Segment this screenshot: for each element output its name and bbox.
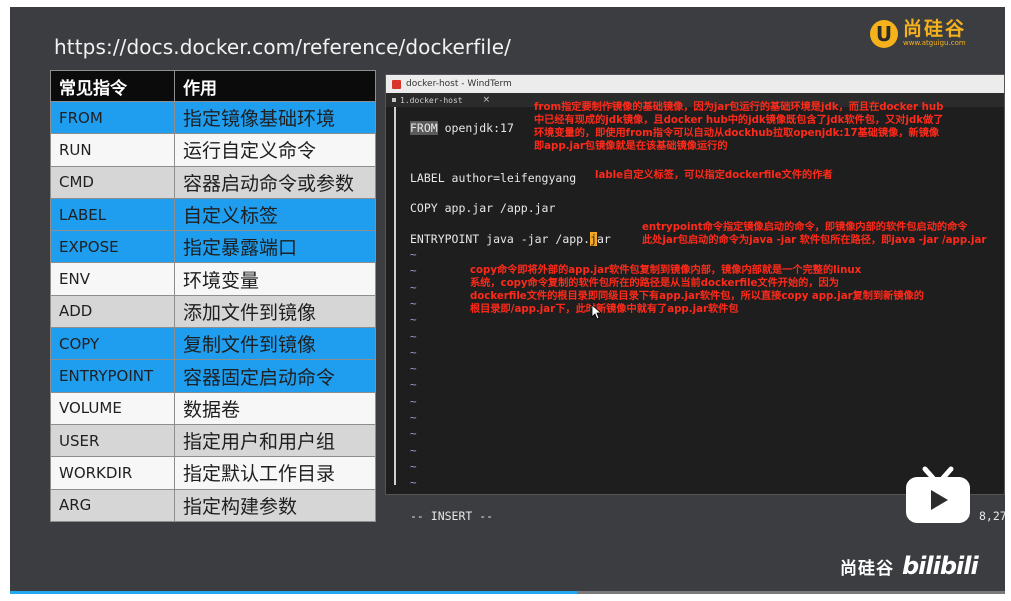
empty-line-tilde: ~	[410, 362, 417, 376]
instruction-name: USER	[50, 423, 175, 458]
code-line-label: LABEL author=leifengyang	[410, 171, 577, 185]
terminal-titlebar: docker-host - WindTerm	[386, 75, 1004, 93]
dockerfile-instructions-table: 常见指令 作用 FROM 指定镜像基础环境 RUN 运行自定义命令 CMD 容器启动命令或…	[50, 70, 376, 522]
instruction-purpose: 环境变量	[174, 262, 376, 296]
tab-close-icon[interactable]: ×	[483, 95, 491, 105]
empty-line-tilde: ~	[410, 248, 417, 261]
instruction-name: WORKDIR	[50, 456, 175, 490]
instruction-name: ADD	[50, 294, 175, 329]
instruction-name: COPY	[50, 327, 175, 361]
empty-line-tilde: ~	[410, 443, 417, 457]
header-instruction: 常见指令	[50, 70, 175, 102]
empty-line-tilde: ~	[410, 394, 417, 408]
code-line-from: FROM openjdk:17	[410, 121, 514, 135]
from-keyword: FROM	[410, 121, 438, 135]
instruction-name: ARG	[50, 488, 175, 522]
annotation-label: lable自定义标签，可以指定dockerfile文件的作者	[595, 170, 833, 181]
table-row: VOLUME 数据卷	[50, 391, 376, 425]
annotation-copy: copy命令即将外部的app.jar软件包复制到镜像内部，镜像内部就是一个完整的…	[470, 265, 924, 315]
table-row: LABEL 自定义标签	[50, 197, 376, 232]
brand-name: 尚硅谷	[903, 18, 967, 40]
table-row: USER 指定用户和用户组	[50, 423, 376, 458]
instruction-name: ENV	[50, 262, 175, 296]
instruction-purpose: 添加文件到镜像	[174, 294, 376, 329]
empty-line-tilde: ~	[410, 411, 417, 424]
table-row: CMD 容器启动命令或参数	[50, 165, 376, 199]
table-row: FROM 指定镜像基础环境	[50, 100, 376, 135]
instruction-name: EXPOSE	[50, 230, 175, 264]
footer-watermark: 尚硅谷 bilibili	[840, 552, 979, 580]
text-cursor: j	[590, 232, 597, 246]
bilibili-logo: bilibili	[902, 552, 979, 580]
terminal-window-title: docker-host - WindTerm	[406, 79, 512, 89]
tab-docker-host[interactable]: 1.docker-host	[400, 96, 463, 105]
instruction-purpose: 指定默认工作目录	[174, 456, 376, 490]
empty-line-tilde: ~	[410, 296, 417, 310]
table-row: ENTRYPOINT 容器固定启动命令	[50, 359, 376, 393]
instruction-purpose: 自定义标签	[174, 197, 376, 232]
instruction-purpose: 指定镜像基础环境	[174, 100, 376, 135]
instruction-purpose: 指定用户和用户组	[174, 423, 376, 458]
bilibili-tv-icon[interactable]	[903, 465, 973, 527]
windterm-app-icon	[392, 79, 401, 89]
video-progress-fill	[10, 591, 578, 594]
code-line-copy: COPY app.jar /app.jar	[410, 201, 556, 215]
terminal-editor[interactable]: FROM openjdk:17 LABEL author=leifengyang…	[394, 102, 1005, 523]
header-purpose: 作用	[174, 70, 376, 102]
instruction-purpose: 复制文件到镜像	[174, 327, 376, 361]
table-row: ARG 指定构建参数	[50, 488, 376, 522]
empty-line-tilde: ~	[410, 264, 417, 278]
empty-line-tilde: ~	[410, 476, 417, 490]
windterm-window: docker-host - WindTerm 1.docker-host × F…	[385, 74, 1005, 523]
empty-line-tilde: ~	[410, 280, 417, 294]
empty-line-tilde: ~	[410, 329, 417, 343]
video-progress-bar[interactable]	[10, 591, 1005, 594]
table-row: ADD 添加文件到镜像	[50, 294, 376, 329]
table-header-row: 常见指令 作用	[50, 70, 376, 102]
table-row: RUN 运行自定义命令	[50, 133, 376, 167]
instruction-name: CMD	[50, 165, 175, 199]
table-row: EXPOSE 指定暴露端口	[50, 230, 376, 264]
table-row: ENV 环境变量	[50, 262, 376, 296]
brand-url: www.atguigu.com	[903, 39, 966, 47]
instruction-purpose: 数据卷	[174, 391, 376, 425]
editor-gutter	[394, 107, 396, 485]
instruction-name: VOLUME	[50, 391, 175, 425]
mouse-pointer-icon	[591, 304, 601, 320]
atguigu-logo: U 尚硅谷 www.atguigu.com	[870, 19, 966, 48]
vim-mode-indicator: -- INSERT --	[410, 509, 494, 523]
instruction-name: LABEL	[50, 197, 175, 232]
instruction-purpose: 容器启动命令或参数	[174, 165, 376, 199]
tab-indicator-icon	[392, 98, 396, 102]
docs-url-text: https://docs.docker.com/reference/docker…	[54, 35, 511, 59]
table-row: COPY 复制文件到镜像	[50, 327, 376, 361]
empty-line-tilde: ~	[410, 345, 417, 359]
instruction-name: ENTRYPOINT	[50, 359, 175, 393]
annotation-from: from指定要制作镜像的基础镜像，因为jar包运行的基础环境是jdk，而且在do…	[534, 102, 944, 152]
empty-line-tilde: ~	[410, 313, 417, 327]
footer-brand-cn: 尚硅谷	[840, 558, 894, 579]
table-row: WORKDIR 指定默认工作目录	[50, 456, 376, 490]
empty-line-tilde: ~	[410, 459, 417, 473]
video-frame: https://docs.docker.com/reference/docker…	[10, 7, 1005, 594]
cursor-position: 8,27	[979, 509, 1005, 523]
instruction-name: RUN	[50, 133, 175, 167]
instruction-purpose: 指定构建参数	[174, 488, 376, 522]
instruction-purpose: 指定暴露端口	[174, 230, 376, 264]
code-line-entrypoint: ENTRYPOINT java -jar /app.jar	[410, 232, 611, 246]
logo-u-icon: U	[870, 19, 898, 48]
instruction-purpose: 容器固定启动命令	[174, 359, 376, 393]
annotation-entrypoint: entrypoint命令指定镜像启动的命令，即镜像内部的软件包启动的命令 此处j…	[642, 222, 987, 246]
empty-line-tilde: ~	[410, 378, 417, 392]
empty-line-tilde: ~	[410, 427, 417, 441]
instruction-name: FROM	[50, 100, 175, 135]
instruction-purpose: 运行自定义命令	[174, 133, 376, 167]
